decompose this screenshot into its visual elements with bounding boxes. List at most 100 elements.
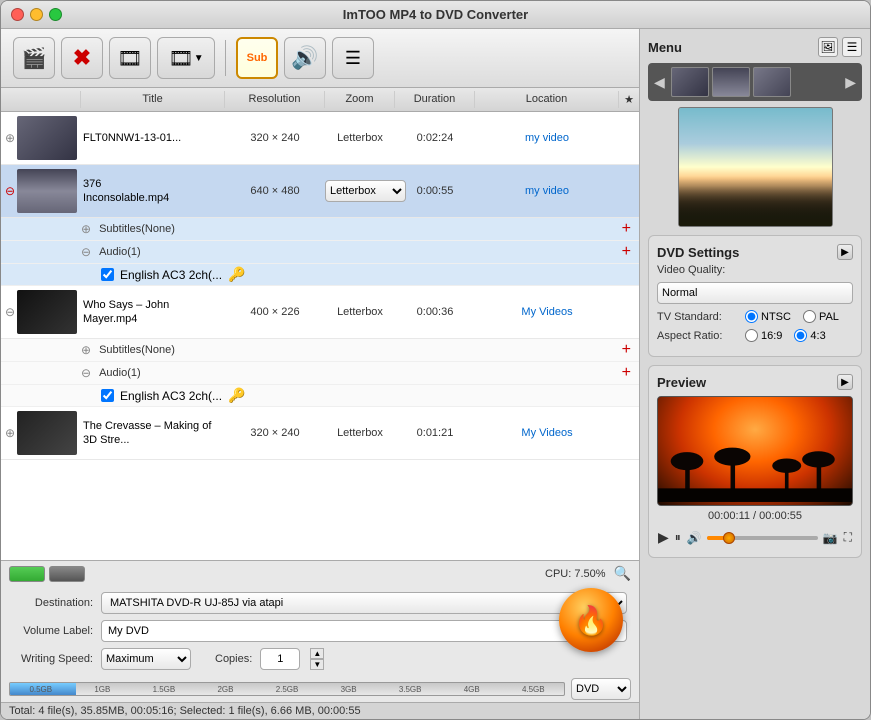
app-window: ImTOO MP4 to DVD Converter 🎬 ✖ 🎞 🎞 ▼ — [0, 0, 871, 720]
add-subtitle-button-3[interactable]: + — [622, 341, 631, 359]
ratio-4-3-option[interactable]: 4:3 — [794, 329, 825, 342]
preview-section: Preview ▶ — [648, 365, 862, 558]
fullscreen-button[interactable]: ⛶ — [843, 529, 853, 546]
audio-track-row-2: English AC3 2ch(... 🔑 — [1, 264, 639, 286]
settings-icon: 🎞 — [117, 46, 142, 71]
location-link-1[interactable]: my video — [525, 132, 569, 144]
menu-icon-button-2[interactable]: ☰ — [842, 37, 862, 57]
file-duration-2: 0:00:55 — [395, 185, 475, 197]
copies-input[interactable] — [260, 648, 300, 670]
pal-radio[interactable] — [803, 310, 816, 323]
pal-label: PAL — [819, 311, 839, 323]
disk-type-select[interactable]: DVD CD BD — [571, 678, 631, 700]
col-header-star: ★ — [619, 91, 639, 108]
pal-option[interactable]: PAL — [803, 310, 839, 323]
filmstrip-thumb-1[interactable] — [671, 67, 709, 97]
audio-track-label-2: English AC3 2ch(... — [120, 268, 222, 282]
disk-tick-0.5: 0.5GB — [10, 685, 72, 694]
convert-button[interactable]: 🔥 — [559, 588, 623, 652]
subtitles-icon-2: ⊕ — [81, 222, 91, 236]
file-list-area[interactable]: Title Resolution Zoom Duration Location … — [1, 88, 639, 560]
progress-bar-area: CPU: 7.50% 🔍 — [1, 561, 639, 586]
filmstrip-prev-button[interactable]: ◀ — [652, 74, 667, 91]
menu-icon-button-1[interactable]: 🖼 — [818, 37, 838, 57]
volume-input[interactable] — [101, 620, 627, 642]
audio-track-settings-2[interactable]: 🔑 — [228, 266, 245, 283]
table-row[interactable]: ⊖ 376Inconsolable.mp4 640 × 480 Letterbo… — [1, 165, 639, 218]
disk-bar-area: 0.5GB 1GB 1.5GB 2GB 2.5GB 3GB 3.5GB 4GB … — [1, 676, 639, 702]
speed-label: Writing Speed: — [13, 653, 93, 665]
file-zoom-4: Letterbox — [325, 427, 395, 439]
add-audio-button-2[interactable]: + — [622, 243, 631, 261]
location-link-3[interactable]: My Videos — [521, 306, 572, 318]
file-zoom-2[interactable]: Letterbox Pan & Scan Full Screen — [325, 180, 395, 202]
video-quality-row: Video Quality: — [657, 264, 853, 276]
preview-slider[interactable] — [707, 536, 818, 540]
close-button[interactable] — [11, 8, 24, 21]
volume-button[interactable]: 🔊 — [686, 530, 703, 546]
filmstrip-thumb-3[interactable] — [753, 67, 791, 97]
window-controls — [11, 8, 62, 21]
pause-button[interactable]: ⏸ — [674, 529, 682, 546]
filmstrip-next-button[interactable]: ▶ — [843, 74, 858, 91]
zoom-select-2[interactable]: Letterbox Pan & Scan Full Screen — [325, 180, 406, 202]
add-audio-button-3[interactable]: + — [622, 364, 631, 382]
file-thumbnail-4 — [17, 411, 77, 455]
remove-button[interactable]: ✖ — [61, 37, 103, 79]
ntsc-option[interactable]: NTSC — [745, 310, 791, 323]
expand-icon-4[interactable]: ⊕ — [5, 426, 15, 440]
aspect-ratio-radio-group: 16:9 4:3 — [745, 329, 826, 342]
location-link-2[interactable]: my video — [525, 185, 569, 197]
play-button[interactable]: ▶ — [657, 528, 670, 547]
minimize-button[interactable] — [30, 8, 43, 21]
expand-icon-2[interactable]: ⊖ — [5, 184, 15, 198]
quality-select[interactable]: Normal High Low — [657, 282, 853, 304]
table-row[interactable]: ⊖ Who Says – John Mayer.mp4 400 × 226 Le… — [1, 286, 639, 339]
cpu-monitor-icon[interactable]: 🔍 — [614, 565, 631, 582]
add-subtitle-button-2[interactable]: + — [622, 220, 631, 238]
audio-row-3: ⊖ Audio(1) + — [1, 362, 639, 385]
file-zoom-1: Letterbox — [325, 132, 395, 144]
table-row[interactable]: ⊕ The Crevasse – Making of 3D Stre... 32… — [1, 407, 639, 460]
copies-down-button[interactable]: ▼ — [310, 659, 324, 670]
audio-track-checkbox-3[interactable] — [101, 389, 114, 402]
aspect-ratio-label: Aspect Ratio: — [657, 330, 737, 342]
slider-thumb[interactable] — [723, 532, 735, 544]
expand-icon-1[interactable]: ⊕ — [5, 131, 15, 145]
ratio-4-3-radio[interactable] — [794, 329, 807, 342]
audio-track-checkbox-2[interactable] — [101, 268, 114, 281]
audio-track-label-3: English AC3 2ch(... — [120, 389, 222, 403]
list-button[interactable]: ☰ — [332, 37, 374, 79]
ntsc-radio[interactable] — [745, 310, 758, 323]
audio-track-settings-3[interactable]: 🔑 — [228, 387, 245, 404]
preview-video — [657, 396, 853, 506]
aspect-ratio-row: Aspect Ratio: 16:9 4:3 — [657, 329, 853, 342]
remove-icon: ✖ — [73, 45, 91, 71]
progress-button-1[interactable] — [9, 566, 45, 582]
settings-button[interactable]: 🎞 — [109, 37, 151, 79]
audio-label-2: Audio(1) — [99, 246, 614, 258]
maximize-button[interactable] — [49, 8, 62, 21]
dvd-settings-expand-button[interactable]: ▶ — [837, 244, 853, 260]
audio-button[interactable]: 🔊 — [284, 37, 326, 79]
location-link-4[interactable]: My Videos — [521, 427, 572, 439]
speed-select[interactable]: Maximum High Medium Low — [101, 648, 191, 670]
palm-svg — [658, 440, 852, 505]
filmstrip-thumb-2[interactable] — [712, 67, 750, 97]
preview-expand-button[interactable]: ▶ — [837, 374, 853, 390]
progress-button-2[interactable] — [49, 566, 85, 582]
add-files-button[interactable]: 🎬 — [13, 37, 55, 79]
table-row[interactable]: ⊕ FLT0NNW1-13-01... 320 × 240 Letterbox … — [1, 112, 639, 165]
ratio-16-9-option[interactable]: 16:9 — [745, 329, 782, 342]
preview-menu-button[interactable]: 🎞 ▼ — [157, 37, 215, 79]
disk-tick-4.5: 4.5GB — [503, 685, 565, 694]
screenshot-button[interactable]: 📷 — [822, 530, 839, 546]
ratio-16-9-radio[interactable] — [745, 329, 758, 342]
destination-row: Destination: MATSHITA DVD-R UJ-85J via a… — [13, 592, 627, 614]
destination-select[interactable]: MATSHITA DVD-R UJ-85J via atapi — [101, 592, 627, 614]
subtitle-button[interactable]: Sub — [236, 37, 278, 79]
disk-tick-3: 3GB — [318, 685, 380, 694]
preview-time: 00:00:11 / 00:00:55 — [657, 510, 853, 522]
copies-up-button[interactable]: ▲ — [310, 648, 324, 659]
expand-icon-3[interactable]: ⊖ — [5, 305, 15, 319]
